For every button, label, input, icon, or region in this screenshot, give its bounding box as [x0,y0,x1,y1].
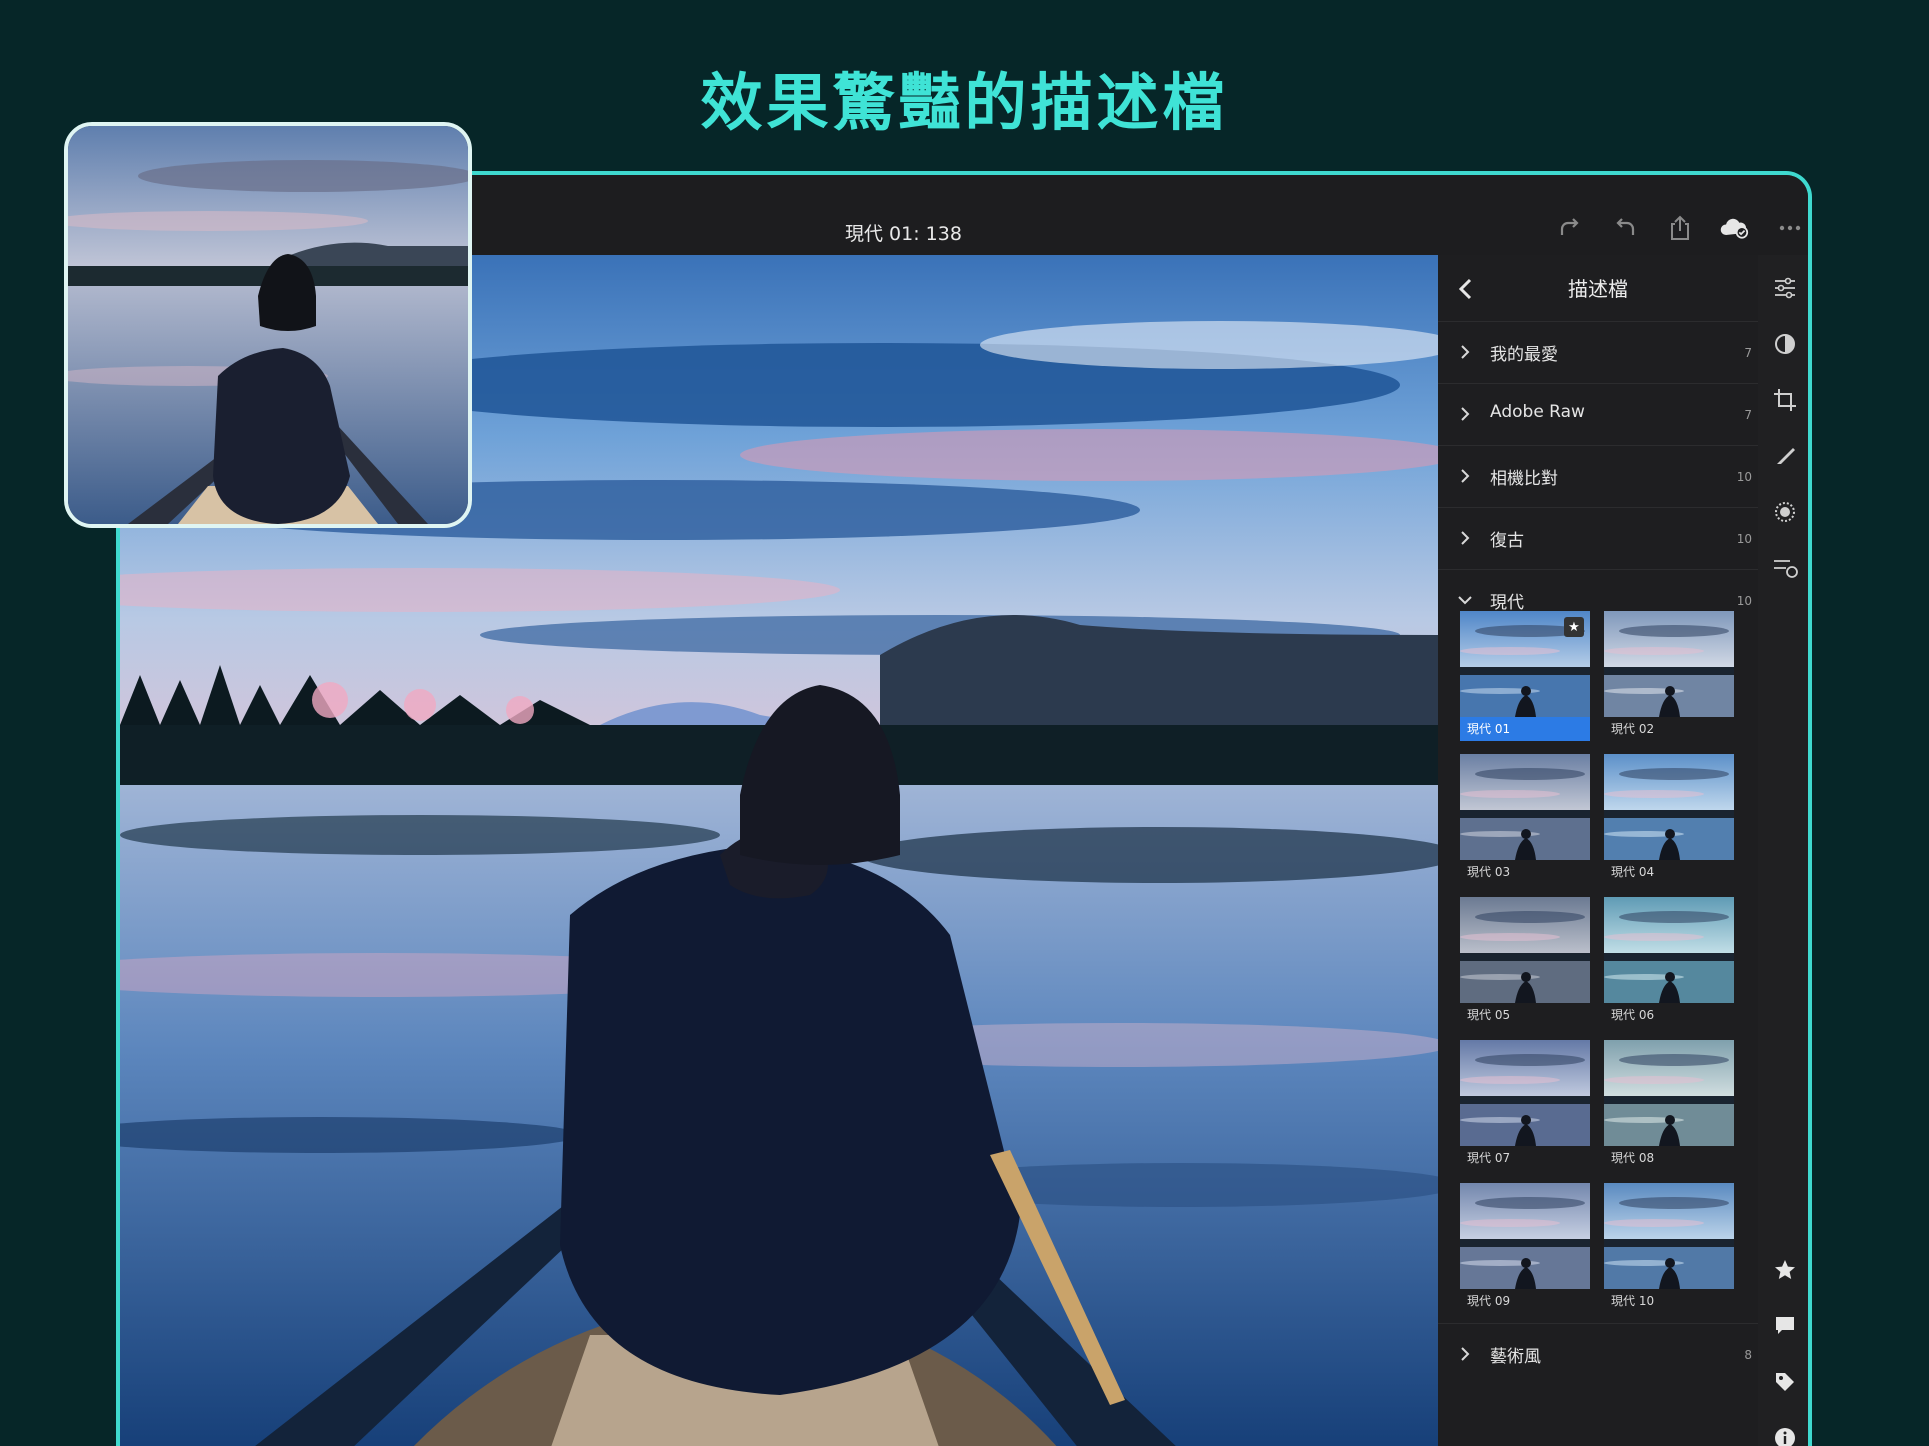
profile-thumbnail[interactable]: 現代 09 [1460,1183,1590,1313]
profile-thumbnail-label: 現代 10 [1611,1294,1655,1308]
profiles-panel: 描述檔 我的最愛 7 Adobe Raw 7 相機比對 10 復古 10 現代 … [1438,255,1758,1446]
profile-thumbnail-label: 現代 05 [1467,1008,1511,1022]
profile-thumbnail-image [1604,1183,1734,1289]
category-label: 相機比對 [1490,469,1558,489]
more-icon[interactable] [1775,213,1805,243]
category-favorites[interactable]: 我的最愛 7 [1438,321,1758,384]
profile-thumbnail-image [1604,611,1734,717]
profiles-icon[interactable] [1770,329,1800,359]
masking-icon[interactable] [1770,497,1800,527]
tool-rail [1758,255,1808,1446]
profile-thumbnail-label: 現代 02 [1611,722,1655,736]
category-count: 8 [1744,1348,1752,1362]
profile-thumbnail[interactable]: 現代 08 [1604,1040,1734,1170]
profile-thumbnail-image [1604,754,1734,860]
redo-icon[interactable] [1555,213,1585,243]
profile-thumbnail-label: 現代 04 [1611,865,1655,879]
category-count: 10 [1736,470,1752,484]
category-count: 7 [1744,408,1752,422]
profile-thumbnail-label: 現代 06 [1611,1008,1655,1022]
category-label: 我的最愛 [1490,345,1558,365]
tag-icon[interactable] [1770,1367,1800,1397]
profile-thumbnail-image [1604,1040,1734,1146]
profile-thumbnail-image [1604,897,1734,1003]
profile-thumbnail[interactable]: ★ 現代 01 [1460,611,1590,741]
category-label: 藝術風 [1490,1347,1541,1367]
chevron-down-icon [1458,596,1472,605]
document-title: 現代 01: 138 [845,223,962,245]
category-count: 10 [1736,594,1752,608]
profile-thumbnail[interactable]: 現代 04 [1604,754,1734,884]
chevron-right-icon [1461,345,1470,359]
panel-title: 描述檔 [1568,277,1628,301]
healing-icon[interactable] [1770,441,1800,471]
profile-thumbnail-image [1460,1183,1590,1289]
profile-thumbnail[interactable]: 現代 05 [1460,897,1590,1027]
profile-thumbnail-label: 現代 09 [1467,1294,1511,1308]
profile-thumbnail[interactable]: 現代 06 [1604,897,1734,1027]
info-icon[interactable] [1770,1423,1800,1446]
chevron-right-icon [1461,531,1470,545]
profile-thumbnail-image: ★ [1460,611,1590,717]
profile-thumbnail-image [1460,897,1590,1003]
presets-icon[interactable] [1770,553,1800,583]
category-camera-matching[interactable]: 相機比對 10 [1438,445,1758,508]
profile-thumbnail-image [1460,754,1590,860]
chevron-right-icon [1461,1347,1470,1361]
profile-thumbnail-image [1460,1040,1590,1146]
panel-header: 描述檔 [1438,255,1758,321]
category-label: 復古 [1490,531,1524,551]
profile-thumbnail-label: 現代 07 [1467,1151,1511,1165]
cloud-sync-icon[interactable] [1719,213,1749,243]
category-adobe-raw[interactable]: Adobe Raw 7 [1438,383,1758,446]
category-vintage[interactable]: 復古 10 [1438,507,1758,570]
profile-thumbnail[interactable]: 現代 03 [1460,754,1590,884]
chevron-right-icon [1461,469,1470,483]
category-label: Adobe Raw [1490,402,1585,422]
profile-thumbnail-label: 現代 03 [1467,865,1511,879]
profile-thumbnail-label: 現代 01 [1460,717,1590,741]
crop-icon[interactable] [1770,385,1800,415]
category-label: 現代 [1490,593,1524,613]
category-count: 10 [1736,532,1752,546]
profile-thumbnail[interactable]: 現代 02 [1604,611,1734,741]
category-count: 7 [1744,346,1752,360]
share-icon[interactable] [1665,213,1695,243]
edit-sliders-icon[interactable] [1770,273,1800,303]
before-preview-inset [64,122,472,528]
profile-thumbnail-label: 現代 08 [1611,1151,1655,1165]
before-photo [68,126,468,524]
undo-icon[interactable] [1610,213,1640,243]
category-artistic[interactable]: 藝術風 8 [1438,1323,1758,1386]
profile-thumbnail[interactable]: 現代 07 [1460,1040,1590,1170]
chevron-right-icon [1461,407,1470,421]
star-icon[interactable] [1770,1255,1800,1285]
favorite-star-icon[interactable]: ★ [1564,617,1584,637]
comment-icon[interactable] [1770,1311,1800,1341]
profile-thumbnail[interactable]: 現代 10 [1604,1183,1734,1313]
